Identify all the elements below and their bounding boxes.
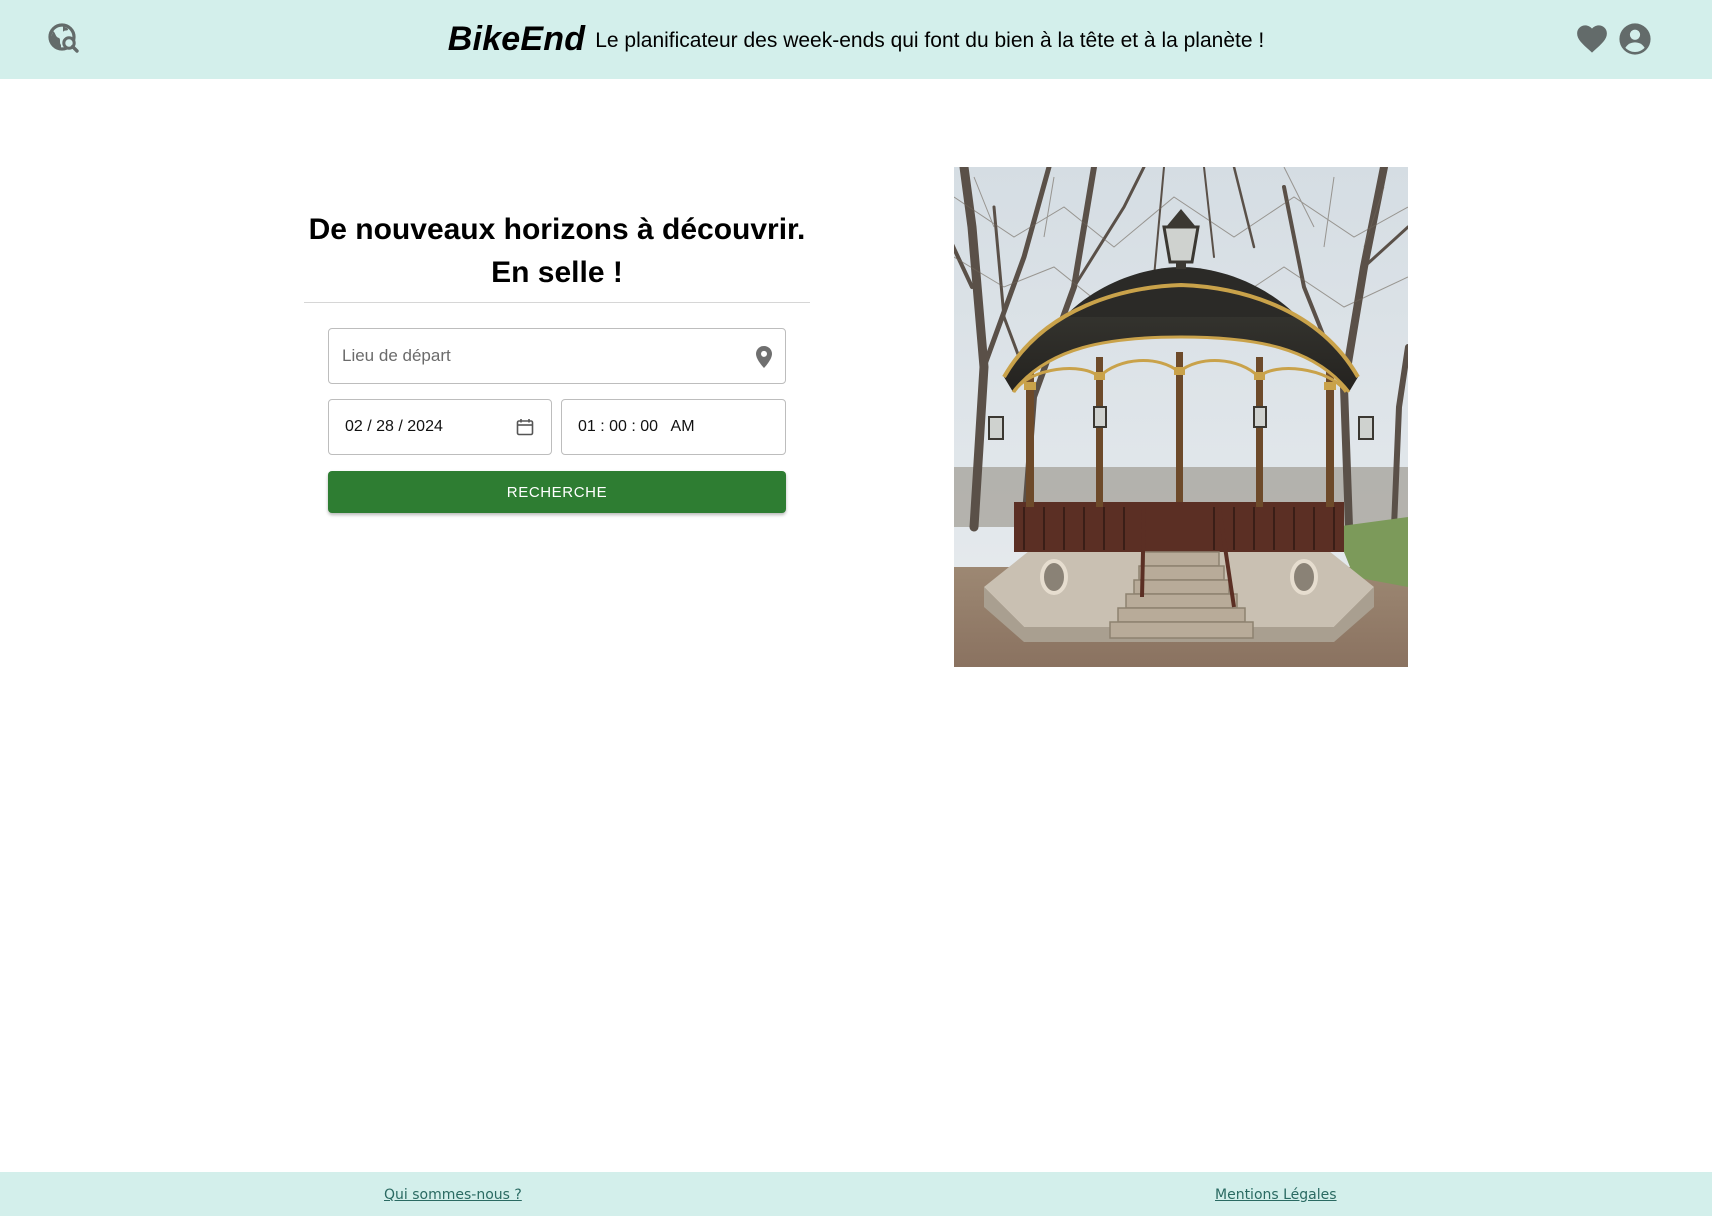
hero-title: De nouveaux horizons à découvrir. En sel…	[304, 208, 810, 294]
hero-title-line-1: De nouveaux horizons à découvrir.	[308, 213, 806, 246]
brand-logo: BikeEnd	[447, 20, 586, 58]
brand-block: BikeEnd Le planificateur des week-ends q…	[0, 0, 1712, 79]
calendar-icon[interactable]	[516, 418, 534, 436]
footer	[0, 1172, 1712, 1216]
date-value: 02 / 28 / 2024	[345, 418, 443, 435]
brand-tagline: Le planificateur des week-ends qui font …	[595, 28, 1265, 52]
time-value: 01 : 00 : 00 AM	[578, 418, 695, 435]
page: BikeEnd Le planificateur des week-ends q…	[0, 0, 1712, 1216]
globe-search-icon[interactable]	[46, 21, 82, 57]
top-app-bar: BikeEnd Le planificateur des week-ends q…	[0, 0, 1712, 79]
footer-link-legal[interactable]: Mentions Légales	[1215, 1187, 1337, 1203]
hero-title-line-2: En selle !	[491, 256, 623, 289]
location-pin-icon	[756, 346, 772, 368]
time-field[interactable]: 01 : 00 : 00 AM	[561, 399, 786, 455]
date-field[interactable]: 02 / 28 / 2024	[328, 399, 552, 455]
footer-link-about[interactable]: Qui sommes-nous ?	[384, 1187, 522, 1203]
heart-icon[interactable]	[1575, 22, 1609, 54]
departure-input[interactable]	[329, 329, 785, 383]
search-button[interactable]: RECHERCHE	[328, 471, 786, 513]
divider	[304, 302, 810, 303]
account-circle-icon[interactable]	[1618, 22, 1652, 56]
departure-field[interactable]	[328, 328, 786, 384]
bandstand-photo	[954, 167, 1408, 667]
